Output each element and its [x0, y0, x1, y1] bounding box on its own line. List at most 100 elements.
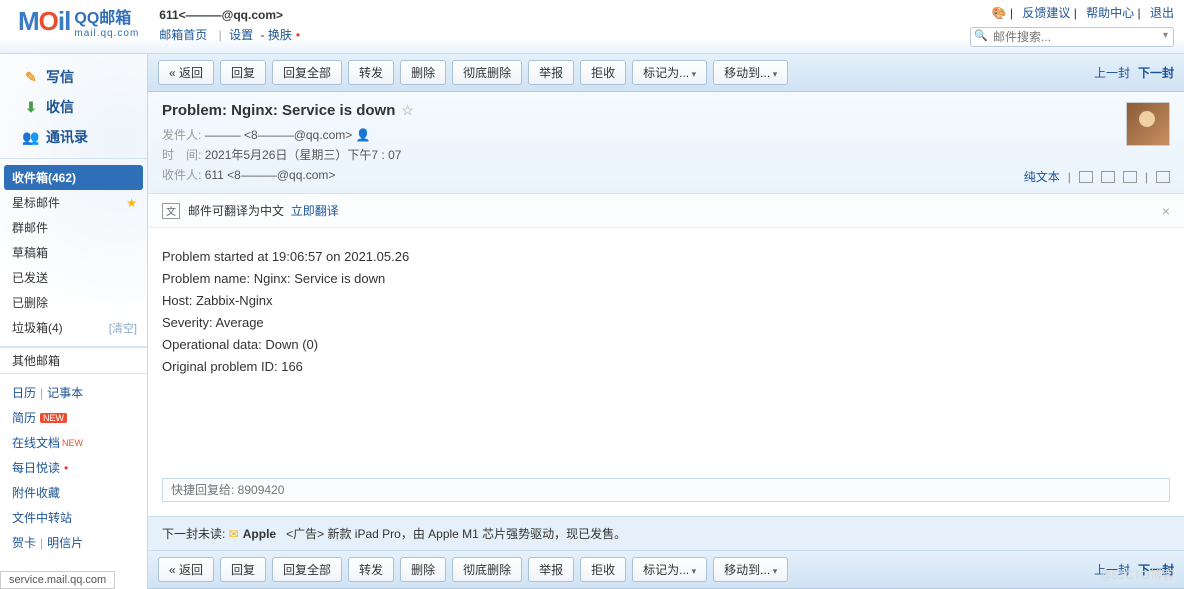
folder-inbox[interactable]: 收件箱(462)	[4, 165, 143, 190]
mark-as-dropdown[interactable]: 标记为...	[632, 557, 707, 582]
link-skin[interactable]: 换肤	[268, 28, 292, 42]
star-icon: ★	[126, 196, 137, 210]
report-button[interactable]: 举报	[528, 60, 574, 85]
logo[interactable]: MOil QQ邮箱 mail.qq.com	[18, 4, 139, 39]
new-badge: NEW	[62, 438, 83, 448]
newwin-icon[interactable]	[1156, 171, 1170, 183]
next-sender: Apple	[243, 527, 276, 541]
reply-all-button[interactable]: 回复全部	[272, 60, 342, 85]
move-to-dropdown[interactable]: 移动到...	[713, 557, 788, 582]
main-content: « 返回 回复 回复全部 转发 删除 彻底删除 举报 拒收 标记为... 移动到…	[148, 54, 1184, 589]
plaintext-link[interactable]: 纯文本	[1024, 168, 1060, 185]
dot-icon: •	[64, 461, 68, 475]
logo-brand: QQ邮箱	[74, 4, 139, 28]
reply-all-button[interactable]: 回复全部	[272, 557, 342, 582]
link-feedback[interactable]: 反馈建议	[1022, 6, 1070, 20]
reject-button[interactable]: 拒收	[580, 557, 626, 582]
mail-meta: 发件人: ——— <8———@qq.com> 👤 时 间: 2021年5月26日…	[162, 125, 1170, 185]
mark-as-dropdown[interactable]: 标记为...	[632, 60, 707, 85]
mail-body-line: Problem name: Nginx: Service is down	[162, 268, 1170, 290]
report-button[interactable]: 举报	[528, 557, 574, 582]
mail-to: 611 <8———@qq.com>	[205, 168, 336, 182]
forward-button[interactable]: 转发	[348, 557, 394, 582]
reject-button[interactable]: 拒收	[580, 60, 626, 85]
link-postcard[interactable]: 明信片	[47, 534, 83, 551]
mail-body-line: Host: Zabbix-Nginx	[162, 290, 1170, 312]
mail-body-line: Problem started at 19:06:57 on 2021.05.2…	[162, 246, 1170, 268]
window-icon[interactable]	[1079, 171, 1093, 183]
move-to-dropdown[interactable]: 移动到...	[713, 60, 788, 85]
print-icon[interactable]	[1101, 171, 1115, 183]
folder-other-mail[interactable]: 其他邮箱	[0, 347, 147, 374]
prev-mail-link[interactable]: 上一封	[1094, 64, 1130, 81]
contact-icon[interactable]: 👤	[356, 128, 371, 142]
star-toggle-icon[interactable]: ☆	[401, 102, 414, 119]
toolbar-bottom: « 返回 回复 回复全部 转发 删除 彻底删除 举报 拒收 标记为... 移动到…	[148, 551, 1184, 589]
contacts-icon: 👥	[22, 130, 40, 144]
link-help[interactable]: 帮助中心	[1086, 6, 1134, 20]
sidebar-attachments[interactable]: 附件收藏	[0, 480, 147, 505]
compose-button[interactable]: ✎写信	[0, 62, 147, 92]
delete-perm-button[interactable]: 彻底删除	[452, 60, 522, 85]
next-unread-bar[interactable]: 下一封未读: ✉ Apple <广告> 新款 iPad Pro，由 Apple …	[148, 516, 1184, 551]
folder-starred[interactable]: 星标邮件★	[0, 190, 147, 215]
sidebar-transfer[interactable]: 文件中转站	[0, 505, 147, 530]
back-button[interactable]: « 返回	[158, 557, 214, 582]
delete-button[interactable]: 删除	[400, 60, 446, 85]
delete-perm-button[interactable]: 彻底删除	[452, 557, 522, 582]
mail-from: ——— <8———@qq.com>	[205, 128, 353, 142]
link-card[interactable]: 贺卡	[12, 534, 36, 551]
logo-icon: MOil	[18, 6, 70, 37]
sidebar-card-postcard: 贺卡|明信片	[0, 530, 147, 555]
header-right: 🎨 | 反馈建议 | 帮助中心 | 退出	[970, 4, 1174, 47]
back-button[interactable]: « 返回	[158, 60, 214, 85]
sender-avatar[interactable]	[1126, 102, 1170, 146]
link-logout[interactable]: 退出	[1150, 6, 1174, 20]
inbox-icon: ⬇	[22, 100, 40, 114]
reply-button[interactable]: 回复	[220, 557, 266, 582]
close-icon[interactable]: ×	[1162, 203, 1170, 219]
mail-body-line: Operational data: Down (0)	[162, 334, 1170, 356]
spam-clear-link[interactable]: [清空]	[109, 320, 137, 336]
sidebar-calendar-notes: 日历|记事本	[0, 380, 147, 405]
watermark: @51CTO博客	[1099, 566, 1174, 583]
sidebar: ✎写信 ⬇收信 👥通讯录 收件箱(462) 星标邮件★ 群邮件 草稿箱 已发送 …	[0, 54, 148, 589]
folder-sent[interactable]: 已发送	[0, 265, 147, 290]
pencil-icon: ✎	[22, 70, 40, 84]
sidebar-daily[interactable]: 每日悦读•	[0, 455, 147, 480]
translate-bar: 文 邮件可翻译为中文 立即翻译 ×	[148, 194, 1184, 228]
next-mail-link[interactable]: 下一封	[1138, 64, 1174, 81]
folder-drafts[interactable]: 草稿箱	[0, 240, 147, 265]
palette-icon[interactable]: 🎨	[992, 6, 1007, 20]
app-header: MOil QQ邮箱 mail.qq.com 611<———@qq.com> 邮箱…	[0, 0, 1184, 54]
link-settings[interactable]: 设置	[229, 28, 253, 42]
sidebar-resume[interactable]: 简历NEW	[0, 405, 147, 430]
mail-subject: Problem: Nginx: Service is down ☆	[162, 102, 1170, 119]
contacts-button[interactable]: 👥通讯录	[0, 122, 147, 152]
mail-body-line: Original problem ID: 166	[162, 356, 1170, 378]
mail-time: 2021年5月26日（星期三）下午7 : 07	[205, 148, 402, 162]
reply-button[interactable]: 回复	[220, 60, 266, 85]
forward-button[interactable]: 转发	[348, 60, 394, 85]
link-notes[interactable]: 记事本	[47, 384, 83, 401]
folder-group[interactable]: 群邮件	[0, 215, 147, 240]
header-user-block: 611<———@qq.com> 邮箱首页 | 设置 - 换肤•	[159, 4, 300, 43]
folder-deleted[interactable]: 已删除	[0, 290, 147, 315]
current-user: 611<———@qq.com>	[159, 8, 300, 22]
link-mailbox-home[interactable]: 邮箱首页	[159, 28, 207, 42]
logo-subtitle: mail.qq.com	[74, 28, 139, 39]
receive-button[interactable]: ⬇收信	[0, 92, 147, 122]
sidebar-docs[interactable]: 在线文档NEW	[0, 430, 147, 455]
translate-now-link[interactable]: 立即翻译	[291, 202, 339, 219]
link-calendar[interactable]: 日历	[12, 384, 36, 401]
quick-reply-input[interactable]	[162, 478, 1170, 502]
folder-spam[interactable]: 垃圾箱(4)[清空]	[0, 315, 147, 340]
toolbar-top: « 返回 回复 回复全部 转发 删除 彻底删除 举报 拒收 标记为... 移动到…	[148, 54, 1184, 92]
export-icon[interactable]	[1123, 171, 1137, 183]
new-badge: NEW	[40, 413, 67, 423]
mail-body-line: Severity: Average	[162, 312, 1170, 334]
search-input[interactable]	[970, 27, 1174, 47]
mail-body: Problem started at 19:06:57 on 2021.05.2…	[148, 228, 1184, 470]
translate-icon: 文	[162, 203, 180, 219]
delete-button[interactable]: 删除	[400, 557, 446, 582]
